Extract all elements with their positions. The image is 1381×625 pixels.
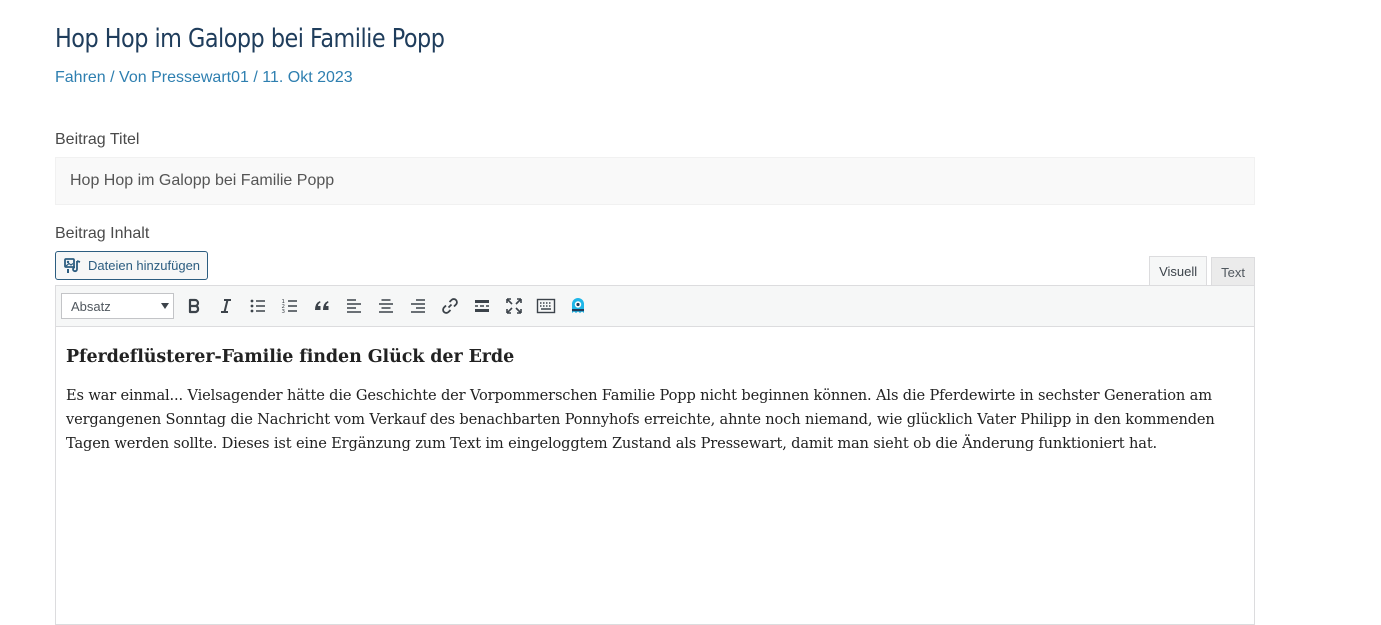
italic-icon bbox=[221, 299, 231, 313]
category-link[interactable]: Fahren bbox=[55, 69, 106, 86]
post-meta: Fahren / Von Pressewart01 / 11. Okt 2023 bbox=[55, 69, 353, 87]
italic-button[interactable] bbox=[212, 292, 240, 320]
title-input[interactable] bbox=[55, 157, 1255, 205]
tab-text[interactable]: Text bbox=[1211, 257, 1255, 286]
page-title: Hop Hop im Galopp bei Familie Popp bbox=[55, 24, 445, 54]
align-left-icon bbox=[347, 299, 361, 313]
align-right-button[interactable] bbox=[404, 292, 432, 320]
format-select[interactable]: Absatz bbox=[61, 293, 174, 319]
align-center-icon bbox=[379, 299, 393, 313]
link-button[interactable] bbox=[436, 292, 464, 320]
read-more-button[interactable] bbox=[468, 292, 496, 320]
fullscreen-button[interactable] bbox=[500, 292, 528, 320]
bullet-list-icon bbox=[250, 299, 265, 313]
read-more-icon bbox=[475, 300, 489, 312]
content-label: Beitrag Inhalt bbox=[55, 225, 150, 242]
editor-toolbar: Absatz 1 2 3 bbox=[56, 286, 1254, 327]
svg-text:3: 3 bbox=[282, 309, 286, 315]
keyboard-icon bbox=[536, 298, 556, 314]
blockquote-icon bbox=[315, 301, 329, 310]
post-date: 11. Okt 2023 bbox=[262, 69, 353, 86]
bold-button[interactable] bbox=[180, 292, 208, 320]
chevron-down-icon bbox=[161, 303, 169, 309]
numbered-list-icon: 1 2 3 bbox=[282, 299, 297, 315]
blockquote-button[interactable] bbox=[308, 292, 336, 320]
meta-separator: / bbox=[248, 69, 263, 86]
bold-icon bbox=[188, 298, 200, 314]
add-media-label: Dateien hinzufügen bbox=[88, 258, 201, 273]
align-right-icon bbox=[411, 299, 425, 313]
add-media-button[interactable]: Dateien hinzufügen bbox=[55, 251, 209, 280]
meta-separator: / Von bbox=[105, 69, 152, 86]
numbered-list-button[interactable]: 1 2 3 bbox=[276, 292, 304, 320]
content-paragraph: Es war einmal... Vielsagender hätte die … bbox=[66, 387, 1215, 452]
format-select-value: Absatz bbox=[71, 298, 111, 314]
add-media-icon bbox=[64, 257, 82, 274]
align-left-button[interactable] bbox=[340, 292, 368, 320]
editor-tabs: Visuell Text bbox=[1149, 256, 1255, 286]
ghost-plugin-button[interactable] bbox=[564, 292, 592, 320]
bullet-list-button[interactable] bbox=[244, 292, 272, 320]
author-link[interactable]: Pressewart01 bbox=[151, 69, 249, 86]
fullscreen-icon bbox=[506, 298, 522, 314]
link-icon bbox=[442, 298, 458, 314]
content-heading: Pferdeflüsterer-Familie finden Glück der… bbox=[66, 347, 515, 367]
editor-content[interactable]: Pferdeflüsterer-Familie finden Glück der… bbox=[56, 327, 1254, 456]
content-editor: Absatz 1 2 3 Pferdeflüsterer-Familie fin… bbox=[55, 285, 1255, 625]
align-center-button[interactable] bbox=[372, 292, 400, 320]
tab-visual[interactable]: Visuell bbox=[1149, 256, 1208, 286]
title-label: Beitrag Titel bbox=[55, 131, 140, 148]
ghost-icon bbox=[572, 298, 584, 313]
toolbar-toggle-button[interactable] bbox=[532, 292, 560, 320]
